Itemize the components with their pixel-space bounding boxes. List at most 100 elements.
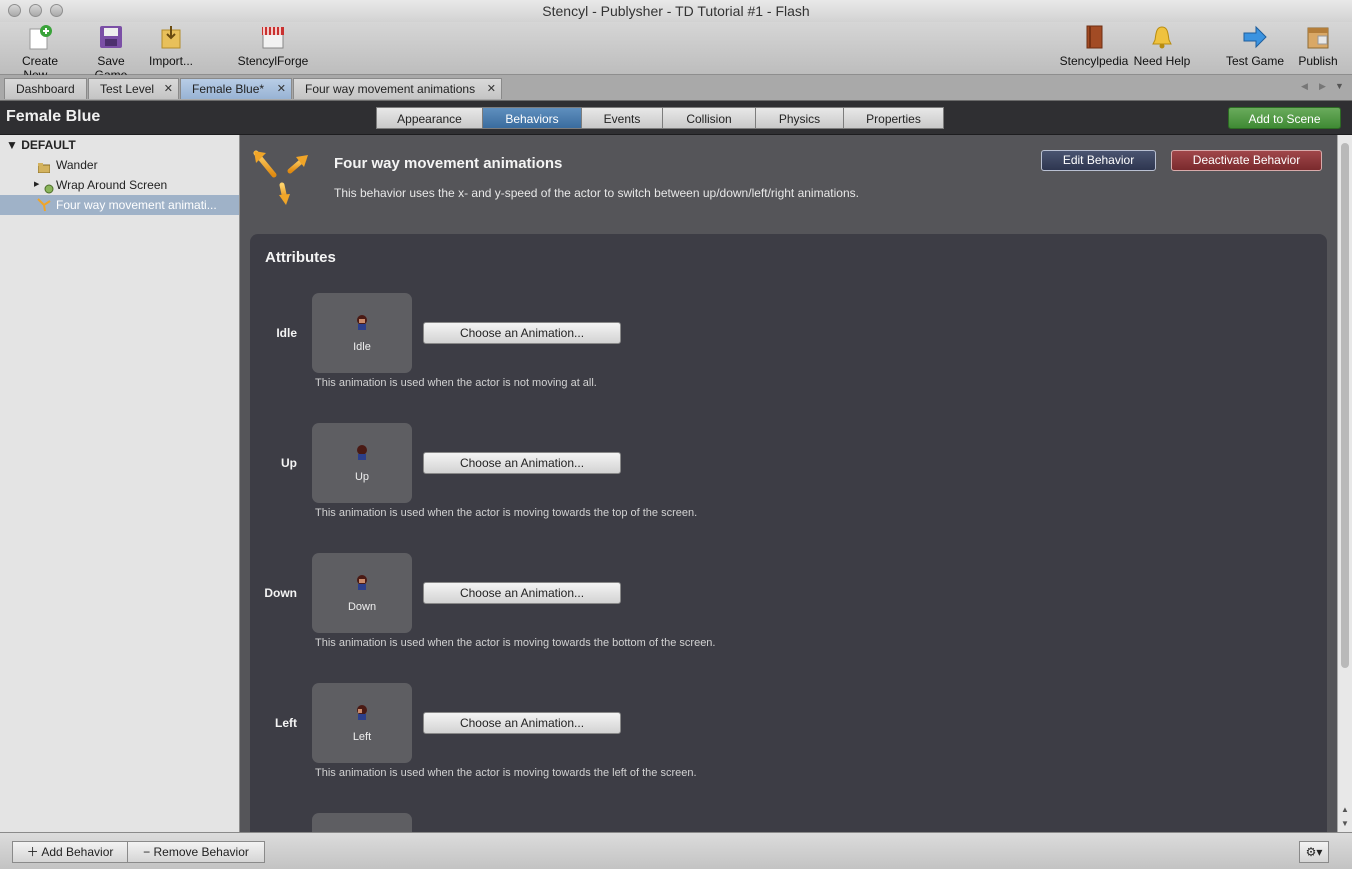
stencylforge-icon <box>260 24 286 50</box>
stencylforge-button[interactable]: StencylForge <box>237 24 309 68</box>
vertical-scrollbar[interactable]: ▲ ▼ <box>1337 135 1352 832</box>
behavior-description: This behavior uses the x- and y-speed of… <box>334 186 859 200</box>
choose-animation-button-up[interactable]: Choose an Animation... <box>423 452 621 474</box>
behavior-sidebar: ▼ DEFAULT Wander ▶ Wrap Around Screen Fo… <box>0 135 240 832</box>
attribute-hint-left: This animation is used when the actor is… <box>315 767 697 779</box>
document-tabbar: Dashboard Test Level ✕ Female Blue* ✕ Four… <box>0 75 1352 101</box>
actor-header: Female Blue Appearance Behaviors Events … <box>0 101 1352 135</box>
tab-label: Test Level <box>100 82 155 96</box>
edit-behavior-button[interactable]: Edit Behavior <box>1041 150 1156 171</box>
attribute-label-left: Left <box>275 716 297 730</box>
choose-animation-button-down[interactable]: Choose an Animation... <box>423 582 621 604</box>
need-help-button[interactable]: Need Help <box>1133 24 1191 68</box>
disclosure-triangle-icon[interactable]: ▼ <box>6 138 18 152</box>
import-label: Import... <box>148 54 193 68</box>
test-game-button[interactable]: Test Game <box>1224 24 1286 68</box>
scroll-up-icon[interactable]: ▲ <box>1341 805 1349 814</box>
sidebar-group-default[interactable]: ▼ DEFAULT <box>6 138 76 152</box>
tab-appearance[interactable]: Appearance <box>376 107 483 129</box>
stencylpedia-label: Stencylpedia <box>1059 54 1129 68</box>
behavior-detail-pane: Four way movement animations This behavi… <box>240 135 1337 832</box>
sidebar-item-label: Four way movement animati... <box>56 198 217 212</box>
animation-preview-idle[interactable]: Idle <box>312 293 412 373</box>
close-tab-icon[interactable]: ✕ <box>277 79 286 100</box>
choose-animation-button-left[interactable]: Choose an Animation... <box>423 712 621 734</box>
choose-animation-button-idle[interactable]: Choose an Animation... <box>423 322 621 344</box>
tab-collision[interactable]: Collision <box>662 107 756 129</box>
sidebar-item-label: Wander <box>56 158 98 172</box>
remove-behavior-label: Remove Behavior <box>153 845 249 859</box>
window-titlebar: Stencyl - Publysher - TD Tutorial #1 - F… <box>0 0 1352 22</box>
bottom-bar: ＋ Add Behavior − Remove Behavior ⚙▾ <box>0 832 1352 869</box>
create-new-button[interactable]: Create New... <box>4 24 76 82</box>
actor-name: Female Blue <box>6 108 101 125</box>
scrollbar-thumb[interactable] <box>1341 143 1349 668</box>
tab-female-blue[interactable]: Female Blue* ✕ <box>180 78 292 99</box>
add-behavior-label: Add Behavior <box>41 845 114 859</box>
publish-icon <box>1305 24 1331 50</box>
sidebar-group-label: DEFAULT <box>21 138 76 152</box>
close-tab-icon[interactable]: ✕ <box>164 79 173 100</box>
save-game-button[interactable]: Save Game <box>80 24 142 82</box>
stencylpedia-icon <box>1081 24 1107 50</box>
save-icon <box>98 24 124 50</box>
animation-preview-up[interactable]: Up <box>312 423 412 503</box>
gear-icon: ⚙▾ <box>1305 845 1323 859</box>
attributes-panel: Attributes Idle Idle Choose an Animation… <box>250 234 1327 832</box>
scroll-down-icon[interactable]: ▼ <box>1341 819 1349 828</box>
animation-preview-left[interactable]: Left <box>312 683 412 763</box>
tab-list-chevron-down-icon[interactable]: ▼ <box>1335 81 1344 91</box>
plus-icon: ＋ <box>26 845 39 859</box>
sidebar-item-four-way-movement[interactable]: Four way movement animati... <box>0 195 239 215</box>
animation-preview-right[interactable] <box>312 813 412 832</box>
animation-name: Idle <box>353 341 371 353</box>
animation-preview-down[interactable]: Down <box>312 553 412 633</box>
tab-dashboard[interactable]: Dashboard <box>4 78 87 99</box>
minimize-window-button[interactable] <box>29 4 42 17</box>
attribute-label-idle: Idle <box>276 326 297 340</box>
tab-properties[interactable]: Properties <box>843 107 944 129</box>
disclosure-triangle-icon[interactable]: ▶ <box>34 175 39 195</box>
attribute-label-up: Up <box>281 456 297 470</box>
add-behavior-button[interactable]: ＋ Add Behavior <box>12 841 128 863</box>
stencylforge-label: StencylForge <box>237 54 309 68</box>
publish-button[interactable]: Publish <box>1294 24 1342 68</box>
remove-behavior-button[interactable]: − Remove Behavior <box>127 841 265 863</box>
tab-behaviors[interactable]: Behaviors <box>482 107 582 129</box>
tab-scroll-right-icon[interactable]: ▶ <box>1319 81 1326 92</box>
animation-name: Left <box>352 731 372 743</box>
test-game-label: Test Game <box>1225 54 1285 68</box>
tab-test-level[interactable]: Test Level ✕ <box>88 78 179 99</box>
tab-physics[interactable]: Physics <box>755 107 844 129</box>
actor-sprite-icon <box>357 705 367 720</box>
attribute-hint-idle: This animation is used when the actor is… <box>315 377 597 389</box>
create-new-icon <box>27 24 53 50</box>
minus-icon: − <box>143 845 151 859</box>
attribute-hint-up: This animation is used when the actor is… <box>315 507 698 519</box>
animation-name: Down <box>347 601 377 613</box>
settings-gear-button[interactable]: ⚙▾ <box>1299 841 1329 863</box>
close-tab-icon[interactable]: ✕ <box>487 79 496 100</box>
zoom-window-button[interactable] <box>50 4 63 17</box>
behavior-arrows-icon <box>37 198 51 218</box>
publish-label: Publish <box>1298 54 1338 68</box>
attribute-hint-down: This animation is used when the actor is… <box>315 637 716 649</box>
test-game-arrow-icon <box>1242 24 1268 50</box>
sidebar-item-wander[interactable]: Wander <box>0 155 239 175</box>
add-to-scene-button[interactable]: Add to Scene <box>1228 107 1341 129</box>
import-button[interactable]: Import... <box>145 24 197 68</box>
need-help-bell-icon <box>1149 24 1175 50</box>
main-toolbar: Create New... Save Game Import... Stency… <box>0 22 1352 82</box>
tab-scroll-left-icon[interactable]: ◀ <box>1301 81 1308 92</box>
deactivate-behavior-button[interactable]: Deactivate Behavior <box>1171 150 1322 171</box>
close-window-button[interactable] <box>8 4 21 17</box>
attribute-label-down: Down <box>264 586 297 600</box>
tab-label: Dashboard <box>16 82 75 96</box>
tab-events[interactable]: Events <box>581 107 663 129</box>
stencylpedia-button[interactable]: Stencylpedia <box>1058 24 1130 68</box>
tab-label: Four way movement animations <box>305 82 476 96</box>
sidebar-item-label: Wrap Around Screen <box>56 178 168 192</box>
actor-sprite-icon <box>357 315 367 330</box>
tab-four-way-movement[interactable]: Four way movement animations ✕ <box>293 78 502 99</box>
sidebar-item-wrap-around-screen[interactable]: ▶ Wrap Around Screen <box>0 175 239 195</box>
